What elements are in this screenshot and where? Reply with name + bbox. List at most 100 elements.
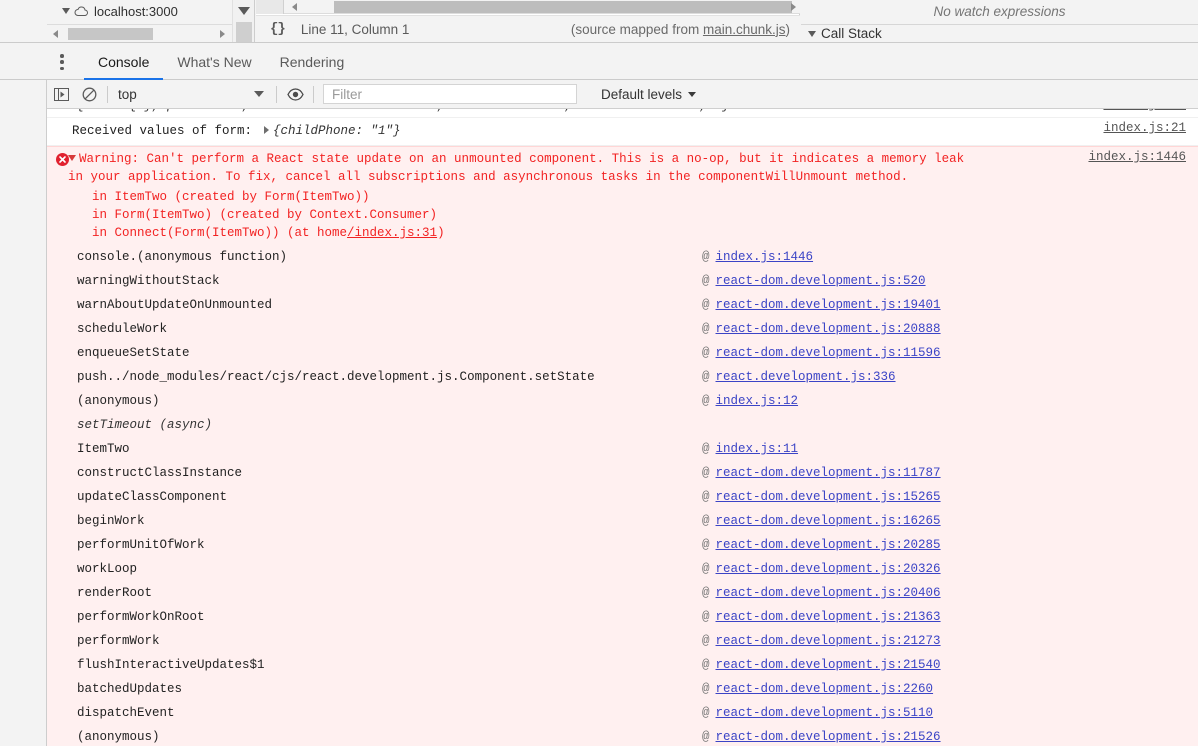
stack-frame-link[interactable]: react-dom.development.js:11787 (716, 461, 941, 485)
stack-frame-at-symbol: @ (702, 562, 710, 576)
drawer-tabs: Console What's New Rendering (84, 43, 358, 81)
navigator-vertical-scrollbar[interactable] (232, 0, 254, 42)
stack-frame-link[interactable]: react-dom.development.js:21273 (716, 629, 941, 653)
stack-frame-link[interactable]: react-dom.development.js:20326 (716, 557, 941, 581)
stack-frame-link[interactable]: react.development.js:336 (716, 365, 896, 389)
live-expression-eye-icon[interactable] (281, 80, 309, 109)
stack-frame-link[interactable]: react-dom.development.js:11596 (716, 341, 941, 365)
stack-frame-row[interactable]: warnAboutUpdateOnUnmounted @ react-dom.dev… (47, 293, 1198, 317)
stack-frame-link[interactable]: react-dom.development.js:21363 (716, 605, 941, 629)
console-sidebar-toggle-icon[interactable] (47, 80, 75, 109)
stack-frame-link[interactable]: react-dom.development.js:19401 (716, 293, 941, 317)
stack-frame-at-symbol: @ (702, 322, 710, 336)
stack-frame-link[interactable]: react-dom.development.js:20285 (716, 533, 941, 557)
stack-frame-at-symbol: @ (702, 442, 710, 456)
tab-rendering[interactable]: Rendering (266, 43, 359, 81)
stack-frame-link[interactable]: index.js:11 (716, 437, 799, 461)
stack-frame-link[interactable]: react-dom.development.js:2260 (716, 677, 934, 701)
stack-frame-function: beginWork (77, 514, 145, 528)
scrollbar-thumb-vertical[interactable] (236, 22, 252, 42)
stack-frame-row[interactable]: dispatchEvent @ react-dom.development.js:5… (47, 701, 1198, 725)
stack-frame-row[interactable]: (anonymous) @ index.js:12 (47, 389, 1198, 413)
expand-arrow-icon[interactable] (68, 155, 76, 161)
expand-arrow-icon[interactable] (264, 126, 270, 134)
stack-frame-row[interactable]: enqueueSetState @ react-dom.development.js… (47, 341, 1198, 365)
console-filter-input[interactable]: Filter (323, 84, 577, 104)
console-message-source-link[interactable]: index.js:67 (1103, 109, 1186, 112)
console-message-row[interactable]: Received values of form: {childPhone: "1… (47, 118, 1198, 146)
stack-frame-row[interactable]: performUnitOfWork @ react-dom.development.… (47, 533, 1198, 557)
console-message-source-link[interactable]: index.js:21 (1103, 121, 1186, 135)
stack-frame-location: @ react-dom.development.js:520 (702, 269, 926, 293)
stack-frame-row[interactable]: setTimeout (async) (47, 413, 1198, 437)
tab-console[interactable]: Console (84, 43, 163, 81)
stack-frame-link[interactable]: index.js:1446 (716, 245, 814, 269)
scroll-left-arrow-icon[interactable] (53, 29, 58, 38)
stack-frame-link[interactable]: react-dom.development.js:20888 (716, 317, 941, 341)
editor-horizontal-scrollbar[interactable] (292, 1, 798, 13)
tab-whats-new[interactable]: What's New (163, 43, 265, 81)
stack-frame-location: @ react-dom.development.js:11596 (702, 341, 941, 365)
source-map-link[interactable]: main.chunk.js (703, 22, 786, 37)
scroll-right-arrow-icon[interactable] (791, 3, 796, 11)
stack-frame-row[interactable]: updateClassComponent @ react-dom.developme… (47, 485, 1198, 509)
stack-frame-row[interactable]: (anonymous) @ react-dom.development.js:215… (47, 725, 1198, 746)
sources-panel-strip: localhost:3000 {} Line 11, Column 1 (sou… (0, 0, 1198, 42)
stack-frame-at-symbol: @ (702, 490, 710, 504)
tree-item-origin[interactable]: localhost:3000 (47, 0, 255, 22)
clear-console-icon[interactable] (75, 80, 103, 109)
stack-frame-link[interactable]: react-dom.development.js:16265 (716, 509, 941, 533)
stack-frame-row[interactable]: workLoop @ react-dom.development.js:20326 (47, 557, 1198, 581)
stack-frame-row[interactable]: console.(anonymous function) @ index.js:14… (47, 245, 1198, 269)
stack-frame-row[interactable]: performWorkOnRoot @ react-dom.development.… (47, 605, 1198, 629)
toolbar-divider-3 (313, 85, 314, 103)
stack-frame-function: push../node_modules/react/cjs/react.deve… (77, 370, 595, 384)
stack-frame-link[interactable]: react-dom.development.js:21540 (716, 653, 941, 677)
call-stack-section-header[interactable]: Call Stack (801, 24, 1198, 42)
navigator-horizontal-scrollbar[interactable] (47, 24, 232, 42)
tree-item-label: localhost:3000 (94, 3, 178, 19)
component-stack-link[interactable]: /index.js:31 (347, 226, 437, 240)
stack-frame-row[interactable]: push../node_modules/react/cjs/react.deve… (47, 365, 1198, 389)
stack-frame-link[interactable]: index.js:12 (716, 389, 799, 413)
log-levels-selector[interactable]: Default levels (601, 87, 697, 102)
stack-frame-row[interactable]: constructClassInstance @ react-dom.develop… (47, 461, 1198, 485)
console-error-message[interactable]: index.js:1446 Warning: Can't perform a R… (47, 146, 1198, 746)
scroll-left-arrow-icon[interactable] (292, 3, 297, 11)
stack-frame-link[interactable]: react-dom.development.js:5110 (716, 701, 934, 725)
stack-frame-link[interactable]: react-dom.development.js:15265 (716, 485, 941, 509)
stack-frame-at-symbol: @ (702, 250, 710, 264)
stack-frame-row[interactable]: ItemTwo @ index.js:11 (47, 437, 1198, 461)
stack-frame-link[interactable]: react-dom.development.js:520 (716, 269, 926, 293)
execution-context-selector[interactable]: top (112, 80, 272, 109)
console-message-list[interactable]: {form: {…}, phone: "1", itemName: "use10… (47, 109, 1198, 746)
chevron-down-icon (62, 8, 70, 14)
scroll-right-arrow-icon[interactable] (220, 29, 225, 38)
stack-frame-row[interactable]: batchedUpdates @ react-dom.development.js:… (47, 677, 1198, 701)
stack-frame-function: constructClassInstance (77, 466, 243, 480)
scrollbar-thumb[interactable] (68, 28, 153, 40)
stack-frame-row[interactable]: renderRoot @ react-dom.development.js:2040… (47, 581, 1198, 605)
scroll-down-arrow-icon[interactable] (238, 7, 250, 15)
stack-frame-at-symbol: @ (702, 538, 710, 552)
stack-frame-row[interactable]: scheduleWork @ react-dom.development.js:20… (47, 317, 1198, 341)
chevron-down-icon (254, 91, 264, 97)
error-stack-frames: console.(anonymous function) @ index.js:14… (47, 242, 1198, 746)
stack-frame-at-symbol: @ (702, 730, 710, 744)
stack-frame-function: flushInteractiveUpdates$1 (77, 658, 265, 672)
console-message-row[interactable]: {form: {…}, phone: "1", itemName: "use10… (47, 109, 1198, 118)
stack-frame-row[interactable]: beginWork @ react-dom.development.js:16265 (47, 509, 1198, 533)
stack-frame-link[interactable]: react-dom.development.js:20406 (716, 581, 941, 605)
more-options-icon[interactable] (60, 54, 64, 70)
source-editor-pane: {} Line 11, Column 1 (source mapped from… (256, 0, 800, 42)
stack-frame-row[interactable]: flushInteractiveUpdates$1 @ react-dom.deve… (47, 653, 1198, 677)
pretty-print-icon[interactable]: {} (270, 21, 286, 37)
stack-frame-function: workLoop (77, 562, 138, 576)
stack-frame-row[interactable]: performWork @ react-dom.development.js:212… (47, 629, 1198, 653)
editor-tab[interactable] (256, 0, 284, 14)
scrollbar-thumb[interactable] (334, 1, 792, 13)
stack-frame-row[interactable]: warningWithoutStack @ react-dom.developmen… (47, 269, 1198, 293)
stack-frame-location: @ react-dom.development.js:20285 (702, 533, 941, 557)
stack-frame-link[interactable]: react-dom.development.js:21526 (716, 725, 941, 746)
toolbar-divider (107, 85, 108, 103)
